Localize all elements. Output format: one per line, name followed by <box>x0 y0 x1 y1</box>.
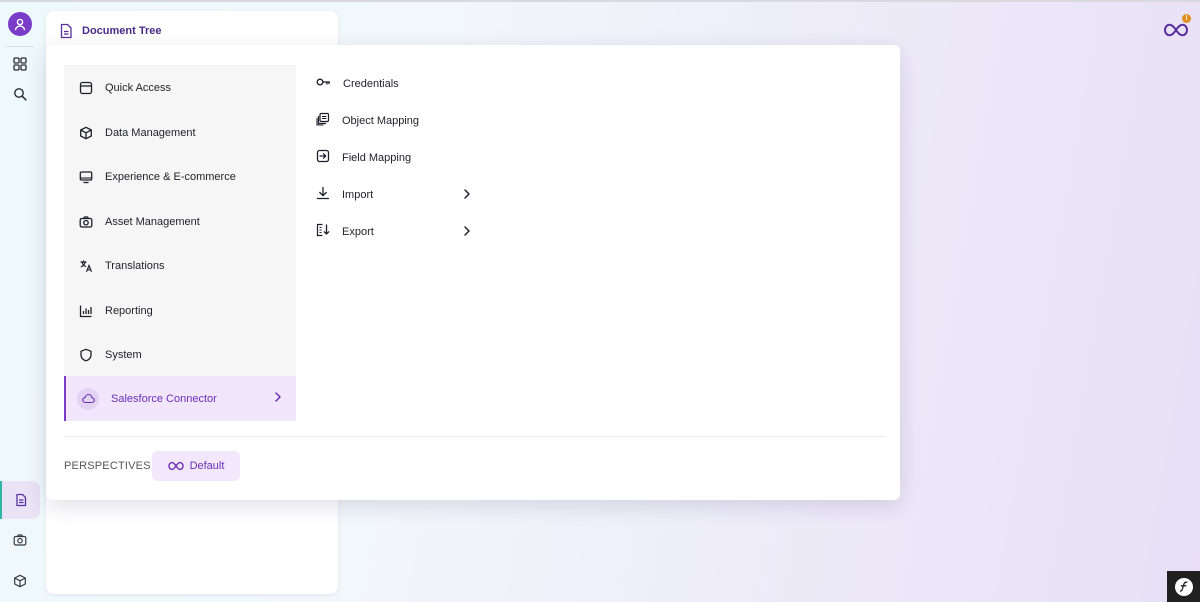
debug-toolbar-toggle[interactable] <box>1167 571 1200 602</box>
document-icon <box>60 23 72 39</box>
window-icon <box>79 81 93 95</box>
translate-icon <box>79 259 93 273</box>
data-objects-button[interactable] <box>6 567 34 595</box>
layers-icon <box>316 112 330 129</box>
grid-icon <box>13 57 27 71</box>
main-menu-list: Quick Access Data Management Experience … <box>64 65 296 421</box>
submenu-item-credentials[interactable]: Credentials <box>316 65 471 102</box>
menu-item-salesforce-connector[interactable]: Salesforce Connector <box>64 376 296 421</box>
user-icon <box>14 18 26 31</box>
menu-item-label: Reporting <box>105 304 153 317</box>
symfony-icon <box>1174 577 1193 596</box>
menu-item-label: Quick Access <box>105 81 172 94</box>
shield-icon <box>79 348 93 362</box>
menu-divider <box>64 436 886 437</box>
arrow-in-box-icon <box>316 149 330 166</box>
menu-item-data-management[interactable]: Data Management <box>64 110 296 155</box>
assets-button[interactable] <box>6 526 34 554</box>
chevron-right-icon <box>463 225 471 240</box>
submenu-item-object-mapping[interactable]: Object Mapping <box>316 102 471 139</box>
submenu-item-label: Import <box>342 188 374 201</box>
menu-item-label: Asset Management <box>105 215 200 228</box>
cloud-icon <box>77 387 99 410</box>
perspective-switch-button[interactable]: Default <box>152 451 240 481</box>
submenu-item-field-mapping[interactable]: Field Mapping <box>316 139 471 176</box>
export-list-icon <box>316 223 330 240</box>
perspectives-label: PERSPECTIVES <box>64 460 151 472</box>
menu-item-label: Experience & E-commerce <box>105 170 236 183</box>
search-icon <box>14 88 27 101</box>
menu-item-reporting[interactable]: Reporting <box>64 288 296 333</box>
document-tree-button[interactable] <box>0 481 40 519</box>
left-rail <box>0 2 40 602</box>
camera-icon <box>13 534 27 546</box>
chevron-right-icon <box>463 188 471 203</box>
submenu-item-label: Field Mapping <box>342 151 412 164</box>
submenu-item-label: Export <box>342 225 374 238</box>
submenu-item-import[interactable]: Import <box>316 176 471 213</box>
menu-item-experience-ecommerce[interactable]: Experience & E-commerce <box>64 154 296 199</box>
user-avatar[interactable] <box>8 12 32 36</box>
camera-icon <box>79 215 93 229</box>
search-button[interactable] <box>6 80 34 108</box>
document-tree-header: Document Tree <box>58 23 161 39</box>
chevron-right-icon <box>274 391 282 406</box>
infinity-icon <box>167 461 184 471</box>
menu-item-asset-management[interactable]: Asset Management <box>64 199 296 244</box>
rail-divider <box>6 46 34 47</box>
infinity-logo-icon <box>1163 23 1189 37</box>
cube-icon <box>14 574 26 588</box>
window-top-border <box>0 0 1200 2</box>
brand-logo[interactable]: ! <box>1163 14 1193 40</box>
key-icon <box>316 75 331 92</box>
menu-item-label: Data Management <box>105 126 196 139</box>
dashboard-button[interactable] <box>6 50 34 78</box>
submenu-item-export[interactable]: Export <box>316 213 471 250</box>
menu-item-label: Salesforce Connector <box>111 392 217 405</box>
menu-item-system[interactable]: System <box>64 332 296 377</box>
notification-badge: ! <box>1182 14 1191 23</box>
menu-item-label: Translations <box>105 259 165 272</box>
menu-item-quick-access[interactable]: Quick Access <box>64 65 296 110</box>
cube-icon <box>79 126 93 140</box>
perspective-name: Default <box>189 460 225 472</box>
submenu-item-label: Credentials <box>343 77 399 90</box>
menu-item-label: System <box>105 348 142 361</box>
bar-chart-icon <box>79 304 93 318</box>
monitor-icon <box>79 170 93 184</box>
menu-item-translations[interactable]: Translations <box>64 243 296 288</box>
document-icon <box>16 493 27 507</box>
download-icon <box>316 186 330 203</box>
main-navigation-menu: Quick Access Data Management Experience … <box>46 45 900 500</box>
document-tree-title: Document Tree <box>82 25 162 37</box>
submenu-item-label: Object Mapping <box>342 114 420 127</box>
